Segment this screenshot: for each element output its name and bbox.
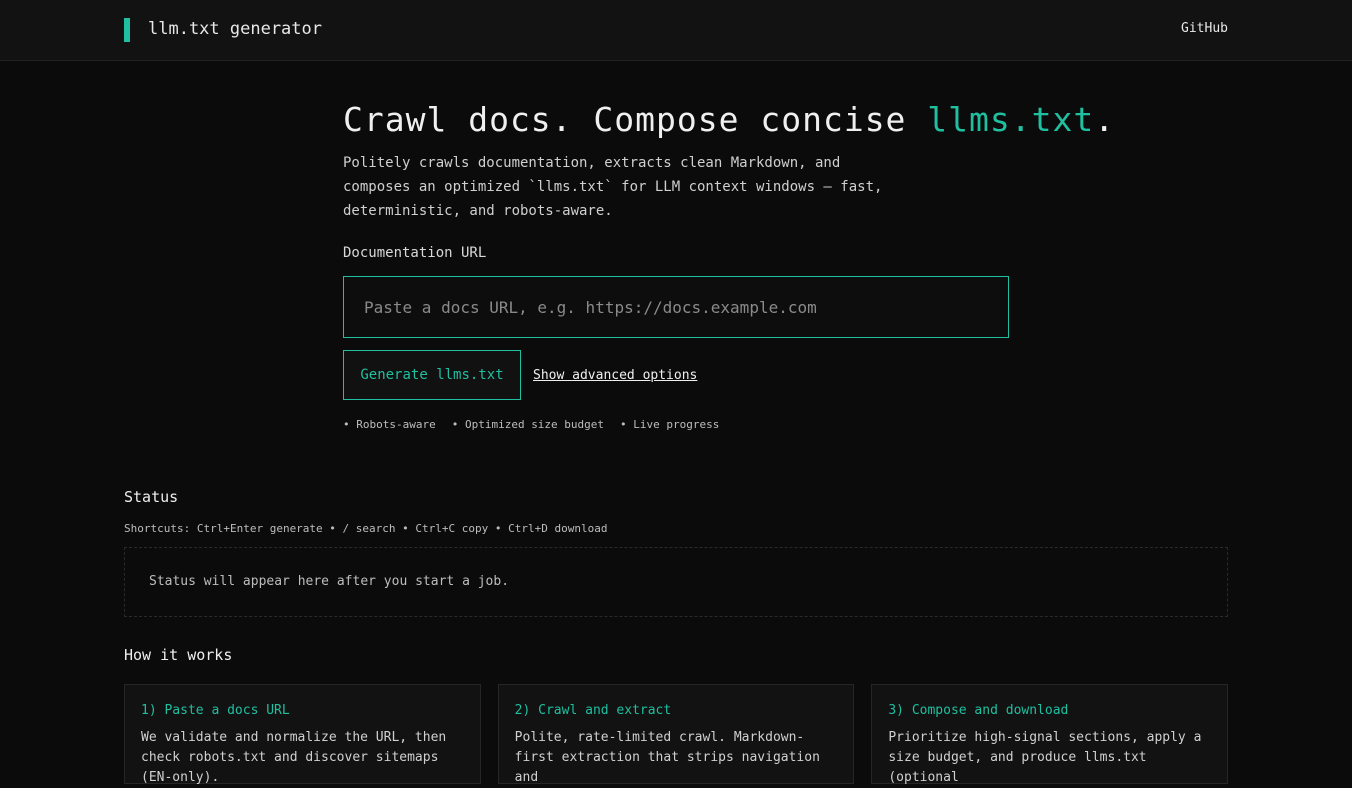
title-text: Crawl docs. Compose concise: [343, 100, 928, 139]
feature-item: • Robots-aware: [343, 418, 436, 431]
generate-button[interactable]: Generate llms.txt: [343, 350, 521, 400]
how-it-works-section: How it works 1) Paste a docs URL We valid…: [124, 646, 1229, 785]
step-body: We validate and normalize the URL, then …: [141, 730, 447, 785]
page-title: Crawl docs. Compose concise llms.txt.: [343, 100, 1114, 139]
docs-url-input[interactable]: [343, 276, 1009, 338]
step-body: Prioritize high-signal sections, apply a…: [888, 730, 1202, 785]
step-card: 2) Crawl and extract Polite, rate-limited…: [497, 684, 855, 785]
status-heading: Status: [124, 488, 179, 506]
feature-item: • Live progress: [620, 418, 720, 431]
brand-logo-bar: [124, 18, 130, 42]
feature-item: • Optimized size budget: [451, 418, 605, 431]
how-heading: How it works: [124, 646, 233, 664]
step-body: Polite, rate-limited crawl. Markdown-fir…: [514, 730, 820, 785]
url-label: Documentation URL: [343, 245, 487, 261]
hero: Crawl docs. Compose concise llms.txt. Po…: [343, 100, 1114, 431]
advanced-options-link[interactable]: Show advanced options: [533, 368, 697, 383]
step-card: 3) Compose and download Prioritize high-s…: [871, 684, 1229, 785]
feature-list: • Robots-aware • Optimized size budget •…: [343, 418, 1043, 431]
brand-title[interactable]: llm.txt generator: [148, 19, 322, 39]
top-header: llm.txt generator GitHub: [0, 0, 1352, 61]
title-suffix: .: [1094, 100, 1116, 139]
step-title: 3) Compose and download: [888, 703, 1069, 718]
step-card: 1) Paste a docs URL We validate and norma…: [124, 684, 481, 785]
title-accent: llms.txt: [927, 100, 1095, 139]
shortcuts-hint: Shortcuts: Ctrl+Enter generate • / searc…: [124, 522, 608, 535]
status-panel: Status will appear here after you start …: [124, 547, 1228, 617]
step-title: 2) Crawl and extract: [514, 703, 672, 718]
github-link[interactable]: GitHub: [1181, 21, 1228, 36]
subtitle: Politely crawls documentation, extracts …: [343, 155, 883, 219]
status-section: Status Shortcuts: Ctrl+Enter generate • …: [124, 488, 1228, 617]
step-title: 1) Paste a docs URL: [141, 703, 290, 718]
